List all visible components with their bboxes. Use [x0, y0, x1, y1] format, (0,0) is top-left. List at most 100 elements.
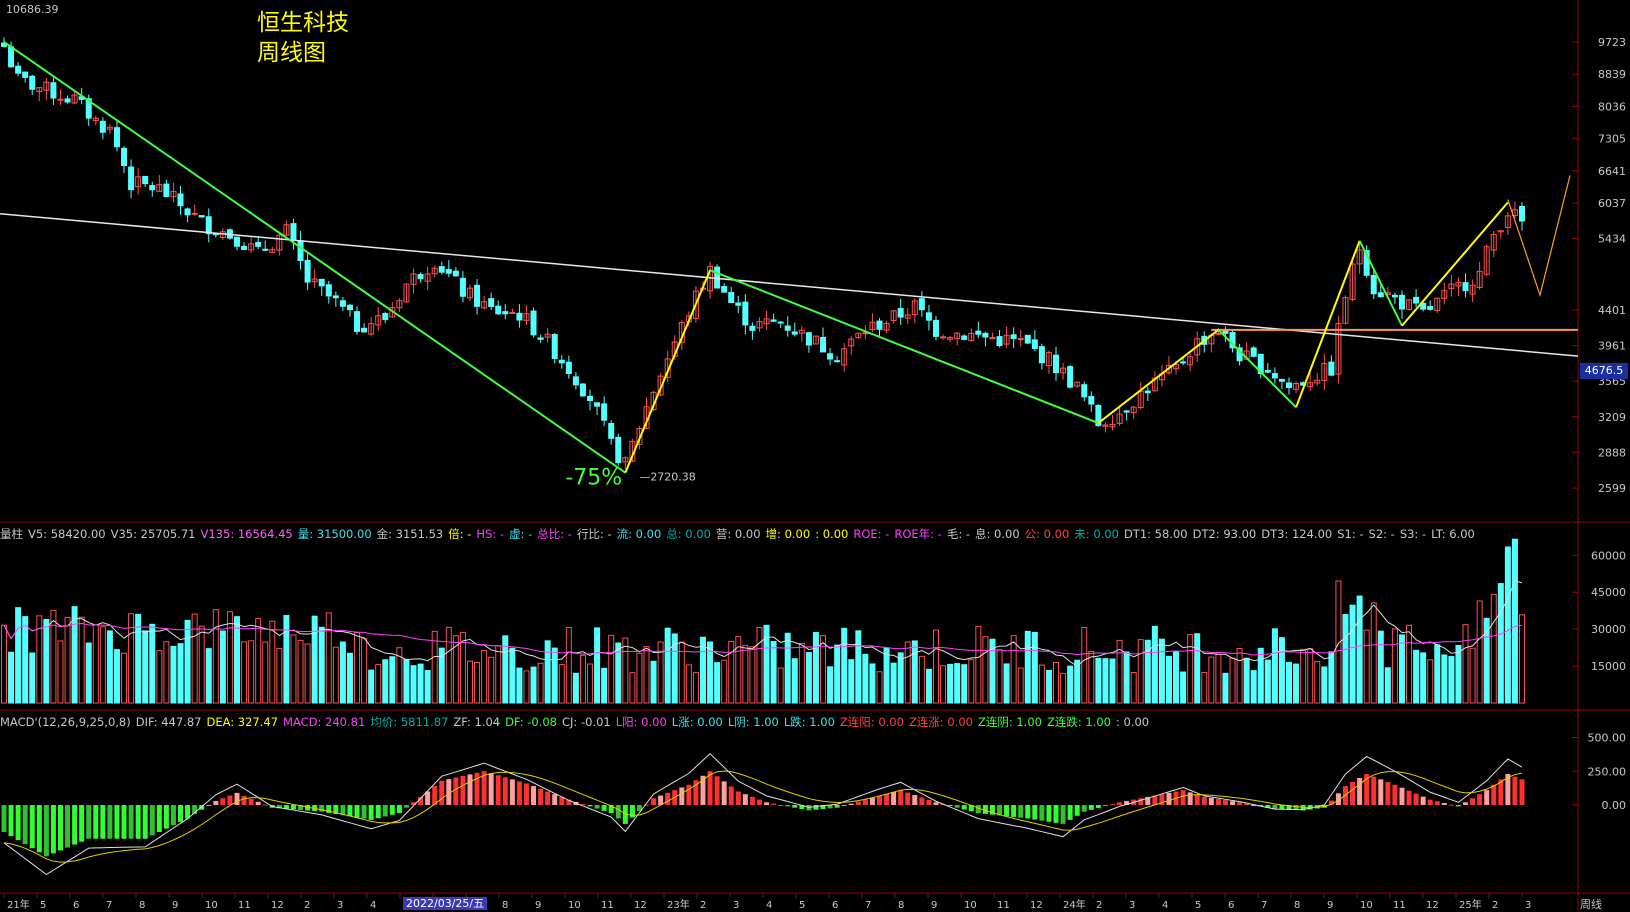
volume-header-field: 公: 0.00: [1024, 527, 1070, 541]
candle-body: [587, 395, 594, 402]
macd-histogram-bar: [742, 794, 748, 805]
volume-bar: [544, 640, 551, 704]
volume-bar: [361, 638, 368, 704]
macd-header-field: L阳: 0.00: [615, 715, 667, 729]
volume-bar: [876, 671, 883, 704]
macd-histogram-bar: [453, 777, 459, 805]
macd-histogram-bar: [72, 805, 78, 845]
volume-bar: [1137, 639, 1144, 704]
volume-bar: [219, 630, 226, 704]
volume-bar: [1511, 538, 1518, 704]
volume-bar: [622, 637, 629, 704]
macd-histogram-bar: [1, 805, 7, 832]
volume-bar: [424, 669, 431, 704]
zigzag-line: [3, 41, 626, 474]
candle-body: [735, 302, 742, 306]
candle-body: [579, 383, 586, 397]
macd-histogram-bar: [926, 799, 932, 805]
macd-histogram-bar: [1166, 792, 1172, 805]
volume-bar: [798, 642, 805, 704]
volume-bar: [389, 656, 396, 704]
title-line-1: 恒生科技: [257, 10, 349, 36]
volume-bar: [1271, 628, 1278, 704]
volume-bar: [1017, 667, 1024, 704]
volume-bar: [92, 624, 99, 704]
macd-histogram-bar: [1420, 796, 1426, 805]
volume-bar: [283, 615, 290, 704]
macd-histogram-bar: [29, 805, 35, 849]
volume-tick-label: 30000: [1591, 623, 1626, 636]
volume-bar: [1187, 634, 1194, 704]
volume-bar: [339, 641, 346, 704]
volume-bar: [241, 641, 248, 704]
candle-body: [452, 270, 459, 277]
stock-chart[interactable]: 9723883980367305664160375434440139613565…: [0, 0, 1630, 910]
macd-histogram-bar: [403, 805, 409, 808]
macd-histogram-bar: [876, 795, 882, 805]
candle-body: [516, 312, 523, 321]
x-axis-label: 6: [832, 900, 838, 910]
volume-bar: [1, 624, 7, 704]
volume-header-field: LT: 6.00: [1431, 527, 1475, 541]
volume-bar: [1307, 648, 1314, 704]
x-axis-label: 23年: [667, 898, 690, 910]
macd-tick-label: 0.00: [1602, 799, 1627, 812]
volume-bar: [1003, 663, 1010, 704]
volume-bar: [1053, 661, 1060, 704]
macd-histogram-bar: [841, 805, 847, 806]
x-axis-label: 5: [40, 900, 46, 910]
macd-histogram-bar: [1455, 805, 1461, 807]
macd-histogram-bar: [954, 805, 960, 808]
macd-histogram-bar: [601, 805, 607, 811]
macd-tick-label: 500.00: [1588, 732, 1627, 745]
macd-histogram-bar: [714, 776, 720, 805]
macd-histogram-bar: [552, 794, 558, 805]
volume-bar: [1264, 659, 1271, 704]
volume-bar: [15, 607, 22, 704]
candle-body: [113, 127, 120, 148]
volume-bar: [961, 664, 968, 704]
x-axis-label: 24年: [1063, 898, 1086, 910]
macd-histogram-bar: [813, 805, 819, 810]
price-tick-label: 3961: [1598, 340, 1626, 353]
macd-histogram-bar: [502, 777, 508, 805]
zigzag-line: [1295, 240, 1361, 408]
volume-bar: [368, 669, 375, 704]
candle-body: [163, 183, 170, 197]
candle-body: [361, 327, 368, 333]
macd-histogram-bar: [262, 804, 268, 806]
volume-bar: [113, 649, 120, 704]
candle-body: [601, 403, 608, 421]
candle-body: [721, 286, 728, 293]
candle-body: [1081, 384, 1088, 398]
macd-histogram-bar: [898, 790, 904, 805]
x-axis-label: 11: [238, 900, 251, 910]
macd-histogram-bar: [1230, 801, 1236, 805]
macd-histogram-bar: [495, 775, 501, 805]
macd-header-field: L跌: 1.00: [783, 715, 835, 729]
candle-body: [99, 120, 106, 133]
volume-header-field: 量: 31500.00: [297, 527, 372, 541]
volume-bar: [1222, 672, 1229, 704]
macd-histogram-bar: [961, 805, 967, 810]
selected-date-label: 2022/03/25/五: [403, 897, 488, 910]
macd-histogram-bar: [1025, 805, 1031, 819]
candle-body: [742, 301, 749, 326]
macd-histogram-bar: [1102, 805, 1108, 807]
x-axis-label: 3: [1129, 900, 1135, 910]
chart-title: 恒生科技 周线图: [257, 8, 349, 68]
volume-bar: [1398, 634, 1405, 704]
volume-bar: [8, 651, 15, 704]
candle-body: [1413, 296, 1420, 304]
candle-body: [897, 308, 904, 318]
macd-header-field: MACD: 240.81: [283, 715, 366, 729]
candle-body: [1031, 339, 1038, 350]
volume-bar: [1201, 671, 1208, 704]
volume-tick-label: 15000: [1591, 660, 1626, 673]
x-axis-label: 6: [73, 900, 79, 910]
price-tick-label: 3209: [1598, 411, 1626, 424]
dea-line: [3, 770, 1523, 863]
macd-histogram-bar: [241, 795, 247, 805]
volume-header-field: 增: 0.00: [765, 527, 811, 541]
candle-body: [615, 436, 622, 464]
